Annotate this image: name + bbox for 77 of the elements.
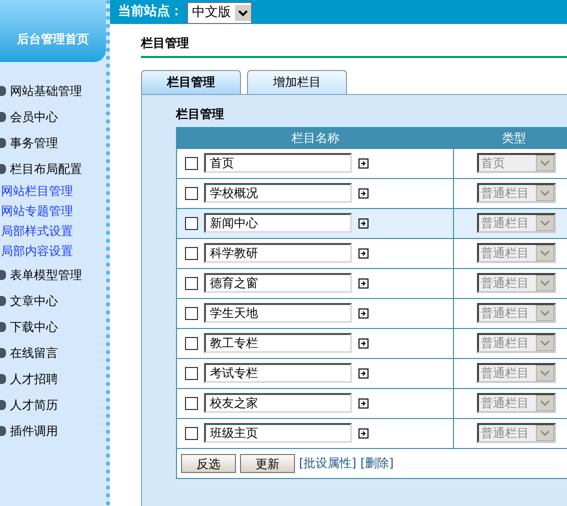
sidebar-item[interactable]: 栏目布局配置 (10, 160, 82, 178)
table-row[interactable]: 首页 首页 (177, 148, 567, 178)
checkbox[interactable] (185, 216, 198, 230)
dropdown-arrow-icon (536, 365, 554, 381)
name-input[interactable]: 科学教研 (204, 243, 352, 263)
dropdown-arrow-icon (536, 185, 554, 201)
sidebar-item[interactable]: 文章中心 (10, 292, 58, 310)
name-input[interactable]: 校友之家 (204, 393, 352, 413)
dropdown-arrow-icon (536, 275, 554, 291)
table-row[interactable]: 考试专栏 普通栏目 (177, 358, 567, 388)
sidebar-link[interactable]: 局部样式设置 (1, 222, 106, 242)
move-icon[interactable] (358, 248, 369, 258)
checkbox[interactable] (185, 306, 198, 320)
sidebar-link[interactable]: 网站栏目管理 (1, 182, 106, 202)
action-link[interactable]: [批设属性] (299, 454, 356, 472)
panel-title: 栏目管理 (176, 106, 225, 122)
name-input[interactable]: 学校概况 (204, 183, 352, 203)
sidebar-item[interactable]: 下载中心 (10, 318, 58, 336)
sidebar-item[interactable]: 会员中心 (10, 108, 58, 126)
sidebar-item[interactable]: 事务管理 (10, 134, 58, 152)
dropdown-arrow-icon (536, 305, 554, 321)
sidebar-item[interactable]: 人才招聘 (10, 370, 58, 388)
move-icon[interactable] (358, 428, 369, 438)
checkbox[interactable] (185, 336, 198, 350)
name-input[interactable]: 班级主页 (204, 423, 352, 443)
table-row[interactable]: 班级主页 普通栏目 (177, 418, 567, 448)
page-title: 栏目管理 (141, 34, 567, 58)
checkbox[interactable] (185, 246, 198, 260)
action-button[interactable]: 更新 (240, 454, 295, 472)
move-icon[interactable] (358, 368, 369, 378)
name-input[interactable]: 德育之窗 (204, 273, 352, 293)
checkbox[interactable] (185, 276, 198, 290)
move-icon[interactable] (358, 398, 369, 408)
move-icon[interactable] (358, 218, 369, 228)
column-header: 栏目名称 (290, 130, 340, 146)
sidebar-item[interactable]: 人才简历 (10, 396, 58, 414)
checkbox[interactable] (185, 396, 198, 410)
move-icon[interactable] (358, 278, 369, 288)
column-header: 类型 (501, 130, 527, 146)
tab[interactable]: 栏目管理 (141, 70, 241, 94)
site-select[interactable]: 中文版 (187, 2, 252, 24)
table-row[interactable]: 德育之窗 普通栏目 (177, 268, 567, 298)
table-row[interactable]: 学生天地 普通栏目 (177, 298, 567, 328)
dropdown-arrow-icon (536, 335, 554, 351)
sidebar-link[interactable]: 局部内容设置 (1, 242, 106, 262)
name-input[interactable]: 教工专栏 (204, 333, 352, 353)
action-button[interactable]: 反选 (181, 454, 236, 472)
table-row[interactable]: 科学教研 普通栏目 (177, 238, 567, 268)
dropdown-arrow-icon (536, 395, 554, 411)
move-icon[interactable] (358, 308, 369, 318)
sidebar-link[interactable]: 网站专题管理 (1, 202, 106, 222)
table-row[interactable]: 教工专栏 普通栏目 (177, 328, 567, 358)
sidebar-item[interactable]: 表单模型管理 (10, 266, 82, 284)
move-icon[interactable] (358, 158, 369, 168)
checkbox[interactable] (185, 426, 198, 440)
move-icon[interactable] (358, 338, 369, 348)
tab[interactable]: 增加栏目 (247, 70, 347, 94)
checkbox[interactable] (185, 186, 198, 200)
sidebar-item[interactable]: 插件调用 (10, 422, 58, 440)
sidebar-item[interactable]: 在线留言 (10, 344, 58, 362)
name-input[interactable]: 首页 (204, 153, 352, 173)
dropdown-arrow-icon (536, 245, 554, 261)
table-row[interactable]: 学校概况 普通栏目 (177, 178, 567, 208)
name-input[interactable]: 学生天地 (204, 303, 352, 323)
table-row[interactable]: 新闻中心 普通栏目 (177, 208, 567, 238)
checkbox[interactable] (185, 366, 198, 380)
checkbox[interactable] (185, 156, 198, 170)
name-input[interactable]: 考试专栏 (204, 363, 352, 383)
dropdown-arrow-icon (536, 155, 554, 171)
sidebar-item[interactable]: 网站基础管理 (10, 82, 82, 100)
name-input[interactable]: 新闻中心 (204, 213, 352, 233)
dropdown-arrow-icon (536, 215, 554, 231)
dropdown-arrow-icon (536, 425, 554, 441)
action-link[interactable]: [删除] (360, 454, 394, 472)
table-row[interactable]: 校友之家 普通栏目 (177, 388, 567, 418)
move-icon[interactable] (358, 188, 369, 198)
site-label: 当前站点： (118, 3, 183, 21)
